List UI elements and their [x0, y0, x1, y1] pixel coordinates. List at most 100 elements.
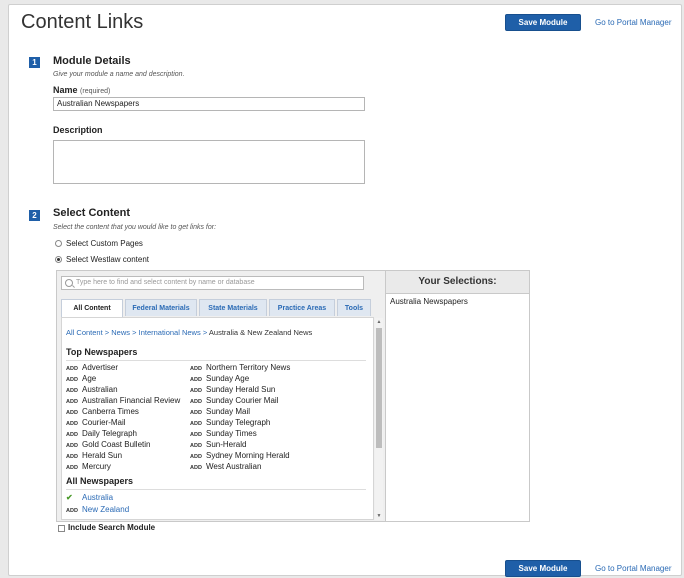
list-item[interactable]: ADD Sunday Times	[190, 429, 257, 438]
newspaper-label: Sunday Age	[206, 374, 250, 383]
name-input[interactable]: Australian Newspapers	[53, 97, 365, 111]
newspaper-label: Sydney Morning Herald	[206, 451, 290, 460]
add-button[interactable]: ADD	[190, 421, 206, 427]
scroll-down-icon[interactable]: ▼	[375, 512, 383, 520]
select-content-title: Select Content	[53, 207, 131, 219]
list-item[interactable]: ADD Sydney Morning Herald	[190, 451, 290, 460]
add-button[interactable]: ADD	[190, 465, 206, 471]
list-item[interactable]: ADD Sunday Mail	[190, 407, 250, 416]
breadcrumb-current: Australia & New Zealand News	[208, 328, 313, 337]
list-item[interactable]: ADD Canberra Times	[66, 407, 139, 416]
list-item[interactable]: ADD Northern Territory News	[190, 363, 290, 372]
newspaper-label: Age	[82, 374, 97, 383]
add-button[interactable]: ADD	[66, 454, 82, 460]
newspaper-label: Sunday Telegraph	[206, 418, 271, 427]
description-label: Description	[53, 125, 103, 135]
list-item[interactable]: ADD Advertiser	[66, 363, 118, 372]
add-button[interactable]: ADD	[66, 432, 82, 438]
breadcrumb-separator: >	[104, 328, 110, 337]
list-item[interactable]: ADD Sunday Age	[190, 374, 249, 383]
list-item[interactable]: ADD Sunday Courier Mail	[190, 396, 278, 405]
option-custom-pages[interactable]: Select Custom Pages	[55, 239, 143, 248]
newspaper-label: Courier-Mail	[82, 418, 126, 427]
newspaper-label: Australian Financial Review	[82, 396, 181, 405]
option-westlaw-content[interactable]: Select Westlaw content	[55, 255, 149, 264]
radio-custom-pages[interactable]	[55, 240, 62, 247]
scroll-thumb[interactable]	[376, 328, 382, 448]
add-button[interactable]: ADD	[66, 465, 82, 471]
description-textarea[interactable]	[53, 140, 365, 184]
include-search-checkbox[interactable]	[58, 525, 65, 532]
add-button[interactable]: ADD	[66, 421, 82, 427]
radio-westlaw-content[interactable]	[55, 256, 62, 263]
newspaper-label: Advertiser	[82, 363, 119, 372]
save-module-button-bottom[interactable]: Save Module	[505, 560, 581, 577]
tab-practice-areas[interactable]: Practice Areas	[269, 299, 335, 316]
list-item[interactable]: ✔ Australia	[66, 493, 113, 502]
add-button[interactable]: ADD	[190, 454, 206, 460]
tab-state-materials[interactable]: State Materials	[199, 299, 267, 316]
add-button[interactable]: ADD	[190, 432, 206, 438]
newspaper-label: Sun-Herald	[206, 440, 247, 449]
list-item[interactable]: ADD Sunday Herald Sun	[190, 385, 275, 394]
name-label-text: Name	[53, 85, 78, 95]
add-button[interactable]: ADD	[190, 366, 206, 372]
module-details-title: Module Details	[53, 55, 131, 67]
content-list: All Content > News > International News …	[61, 317, 374, 520]
newspaper-link[interactable]: Australia	[82, 493, 113, 502]
breadcrumb-international-news[interactable]: International News	[139, 328, 201, 337]
list-item[interactable]: ADD Sunday Telegraph	[190, 418, 270, 427]
add-button[interactable]: ADD	[66, 508, 82, 514]
save-module-button[interactable]: Save Module	[505, 14, 581, 31]
content-browser: Type here to find and select content by …	[56, 270, 530, 522]
list-scrollbar[interactable]: ▲ ▼	[375, 318, 383, 520]
tab-federal-materials[interactable]: Federal Materials	[125, 299, 197, 316]
selections-pane: Your Selections: Australia Newspapers	[386, 271, 529, 521]
list-item[interactable]: ADD Age	[66, 374, 96, 383]
add-button[interactable]: ADD	[190, 388, 206, 394]
add-button[interactable]: ADD	[190, 377, 206, 383]
module-details-hint: Give your module a name and description.	[53, 71, 185, 78]
tab-all-content[interactable]: All Content	[61, 299, 123, 317]
list-item[interactable]: ADD Australian Financial Review	[66, 396, 180, 405]
list-item[interactable]: ADD West Australian	[190, 462, 261, 471]
all-newspapers-title: All Newspapers	[66, 476, 134, 486]
list-item[interactable]: ADD Sun-Herald	[190, 440, 246, 449]
portal-manager-link[interactable]: Go to Portal Manager	[595, 18, 671, 27]
list-item[interactable]: ADD Courier-Mail	[66, 418, 126, 427]
add-button[interactable]: ADD	[190, 399, 206, 405]
portal-manager-link-bottom[interactable]: Go to Portal Manager	[595, 564, 671, 573]
scroll-up-icon[interactable]: ▲	[375, 318, 383, 326]
add-button[interactable]: ADD	[66, 399, 82, 405]
module-editor-panel: Content Links Save Module Go to Portal M…	[8, 4, 682, 577]
add-button[interactable]: ADD	[66, 388, 82, 394]
add-button[interactable]: ADD	[190, 443, 206, 449]
content-search-input[interactable]: Type here to find and select content by …	[61, 276, 364, 290]
add-button[interactable]: ADD	[190, 410, 206, 416]
selection-item[interactable]: Australia Newspapers	[386, 294, 529, 309]
option-custom-pages-label: Select Custom Pages	[66, 239, 143, 248]
add-button[interactable]: ADD	[66, 410, 82, 416]
add-button[interactable]: ADD	[66, 443, 82, 449]
list-item[interactable]: ADD Australian	[66, 385, 118, 394]
list-item[interactable]: ADD Daily Telegraph	[66, 429, 137, 438]
newspaper-label: Daily Telegraph	[82, 429, 137, 438]
newspaper-link[interactable]: New Zealand	[82, 505, 129, 514]
list-item[interactable]: ADD Herald Sun	[66, 451, 122, 460]
breadcrumb-all-content[interactable]: All Content	[66, 328, 103, 337]
newspaper-label: Herald Sun	[82, 451, 123, 460]
selections-title: Your Selections:	[386, 271, 529, 294]
name-required-text: (required)	[80, 88, 111, 95]
add-button[interactable]: ADD	[66, 366, 82, 372]
search-icon	[65, 279, 73, 287]
list-item[interactable]: ADD Gold Coast Bulletin	[66, 440, 150, 449]
tab-tools[interactable]: Tools	[337, 299, 371, 316]
page-title: Content Links	[21, 11, 144, 33]
list-item[interactable]: ADD Mercury	[66, 462, 111, 471]
add-button[interactable]: ADD	[66, 377, 82, 383]
breadcrumb-news[interactable]: News	[111, 328, 130, 337]
newspaper-label: Canberra Times	[82, 407, 139, 416]
newspaper-label: Northern Territory News	[206, 363, 291, 372]
list-item[interactable]: ADD New Zealand	[66, 505, 129, 514]
step-2-badge: 2	[29, 210, 40, 221]
